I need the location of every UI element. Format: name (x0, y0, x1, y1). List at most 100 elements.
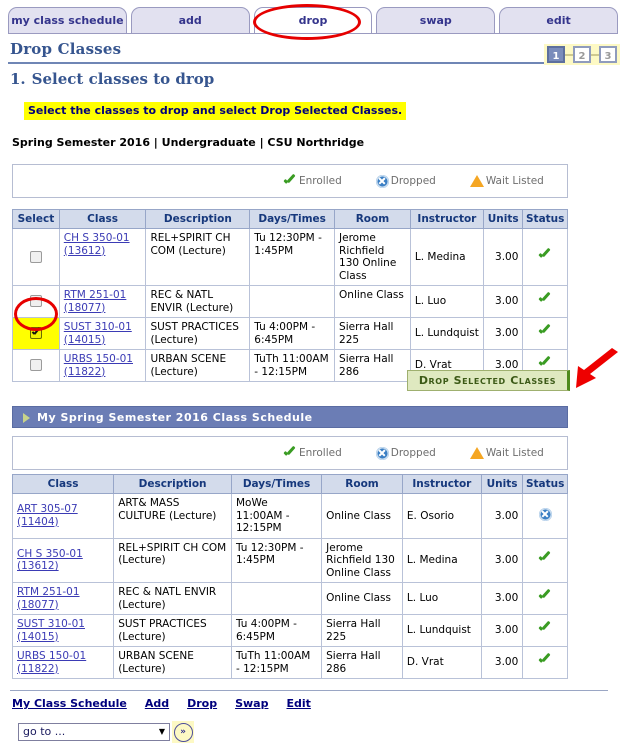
tab-add[interactable]: add (130, 7, 250, 33)
description-cell: SUST PRACTICES (Lecture) (145, 317, 251, 350)
class-cell[interactable]: SUST 310-01 (14015) (11, 614, 115, 647)
days-times-cell (230, 582, 323, 615)
class-number-link[interactable]: (13612) (17, 560, 109, 573)
class-cell[interactable]: ART 305-07 (11404) (11, 493, 115, 539)
units-cell: 3.00 (480, 537, 524, 583)
footer-link-drop[interactable]: Drop (187, 697, 217, 710)
instructor-cell: L. Medina (409, 228, 484, 286)
status-cell (522, 285, 568, 318)
footer-link-edit[interactable]: Edit (286, 697, 310, 710)
class-number-link[interactable]: (18077) (64, 302, 142, 315)
days-times-cell: Tu 12:30PM - 1:45PM (230, 537, 323, 583)
status-cell (522, 493, 568, 539)
table-row: RTM 251-01 (18077) REC & NATL ENVIR (Lectu… (11, 582, 568, 615)
legend-item-dropped: Dropped (375, 446, 436, 460)
step-connector (565, 53, 573, 56)
tab-my-class-schedule[interactable]: my class schedule (8, 7, 127, 33)
units-cell: 3.00 (480, 646, 524, 679)
legend-item-wait-listed: Wait Listed (469, 175, 544, 187)
column-header-units: Units (482, 209, 524, 229)
select-checkbox-cell[interactable] (12, 317, 60, 350)
select-checkbox[interactable] (29, 250, 42, 263)
tab-edit[interactable]: edit (499, 7, 618, 33)
select-checkbox[interactable] (29, 327, 42, 340)
units-cell: 3.00 (482, 285, 524, 318)
goto-select-value: go to ... (23, 725, 66, 738)
days-times-cell (249, 285, 336, 318)
days-times-cell: Tu 12:30PM - 1:45PM (249, 228, 336, 286)
select-checkbox[interactable] (29, 359, 42, 372)
class-number-link[interactable]: (14015) (17, 631, 109, 644)
table-row: URBS 150-01 (11822) URBAN SCENE (Lecture) T… (11, 646, 568, 679)
legend-label: Enrolled (299, 175, 342, 187)
select-checkbox-cell[interactable] (12, 228, 60, 286)
class-link[interactable]: CH S 350-01 (64, 232, 142, 245)
legend-label: Dropped (390, 175, 436, 187)
class-cell[interactable]: CH S 350-01 (13612) (11, 537, 115, 583)
class-link[interactable]: RTM 251-01 (64, 289, 142, 302)
class-link[interactable]: ART 305-07 (17, 503, 109, 516)
class-number-link[interactable]: (11404) (17, 516, 109, 529)
step-box-2[interactable]: 2 (573, 46, 591, 63)
class-number-link[interactable]: (14015) (64, 334, 142, 347)
legend-item-wait-listed: Wait Listed (469, 447, 544, 459)
select-checkbox[interactable] (29, 295, 42, 308)
class-link[interactable]: RTM 251-01 (17, 586, 109, 599)
class-link[interactable]: SUST 310-01 (17, 618, 109, 631)
select-checkbox-cell[interactable] (12, 285, 60, 318)
column-header-status: Status (522, 209, 568, 229)
legend-label: Enrolled (299, 447, 342, 459)
table-row: SUST 310-01 (14015) SUST PRACTICES (Lectur… (11, 614, 568, 647)
column-header-days-times: Days/Times (230, 474, 323, 494)
section-heading: 1. Select classes to drop (10, 70, 214, 88)
instructor-cell: L. Luo (409, 285, 484, 318)
legend-label: Dropped (390, 447, 436, 459)
class-link[interactable]: SUST 310-01 (64, 321, 142, 334)
step-box-3[interactable]: 3 (599, 46, 617, 63)
class-number-link[interactable]: (11822) (64, 366, 142, 379)
go-button[interactable]: » (172, 721, 194, 743)
legend-item-dropped: Dropped (375, 174, 436, 188)
select-table-header-row: Select Class Description Days/Times Room Inst… (12, 209, 568, 229)
class-cell[interactable]: RTM 251-01 (18077) (11, 582, 115, 615)
schedule-section-bar[interactable]: My Spring Semester 2016 Class Schedule (12, 406, 568, 428)
table-row: CH S 350-01 (13612) REL+SPIRIT CH COM (Lec… (12, 228, 568, 286)
class-number-link[interactable]: (18077) (17, 599, 109, 612)
class-number-link[interactable]: (13612) (64, 245, 142, 258)
legend-label: Wait Listed (485, 447, 544, 459)
double-chevron-right-icon: » (173, 722, 193, 742)
footer-divider (10, 690, 608, 691)
step-box-1[interactable]: 1 (547, 46, 565, 63)
instructor-cell: L. Luo (401, 582, 482, 615)
footer-link-swap[interactable]: Swap (235, 697, 268, 710)
class-cell[interactable]: RTM 251-01 (18077) (58, 285, 147, 318)
tab-swap[interactable]: swap (376, 7, 496, 33)
expand-triangle-icon[interactable] (23, 413, 30, 423)
blue-circle-x-icon (538, 507, 552, 521)
nav-tabs: my class schedule add drop swap edit (8, 7, 618, 35)
term-line: Spring Semester 2016 | Undergraduate | C… (12, 136, 365, 149)
class-cell[interactable]: SUST 310-01 (14015) (58, 317, 147, 350)
days-times-cell: TuTh 11:00AM - 12:15PM (249, 349, 336, 382)
class-cell[interactable]: CH S 350-01 (13612) (58, 228, 147, 286)
class-cell[interactable]: URBS 150-01 (11822) (11, 646, 115, 679)
class-number-link[interactable]: (11822) (17, 663, 109, 676)
footer-link-add[interactable]: Add (145, 697, 169, 710)
table-row: SUST 310-01 (14015) SUST PRACTICES (Lectur… (12, 317, 568, 350)
class-link[interactable]: URBS 150-01 (17, 650, 109, 663)
days-times-cell: MoWe 11:00AM - 12:15PM (230, 493, 323, 539)
green-check-icon (538, 590, 552, 603)
class-link[interactable]: CH S 350-01 (17, 548, 109, 561)
class-cell[interactable]: URBS 150-01 (11822) (58, 349, 147, 382)
goto-select[interactable]: go to ... ▼ (18, 723, 170, 741)
room-cell: Sierra Hall 286 (321, 646, 403, 679)
legend-box-top: Enrolled Dropped Wait Listed (12, 164, 568, 198)
drop-selected-classes-button[interactable]: Drop Selected Classes (407, 370, 570, 391)
class-link[interactable]: URBS 150-01 (64, 353, 142, 366)
tab-drop[interactable]: drop (253, 7, 373, 33)
green-check-icon (538, 654, 552, 667)
footer-links: My Class Schedule Add Drop Swap Edit (12, 697, 311, 710)
footer-link-my-class-schedule[interactable]: My Class Schedule (12, 697, 127, 710)
chevron-down-icon[interactable]: ▼ (159, 724, 165, 740)
select-checkbox-cell[interactable] (12, 349, 60, 382)
